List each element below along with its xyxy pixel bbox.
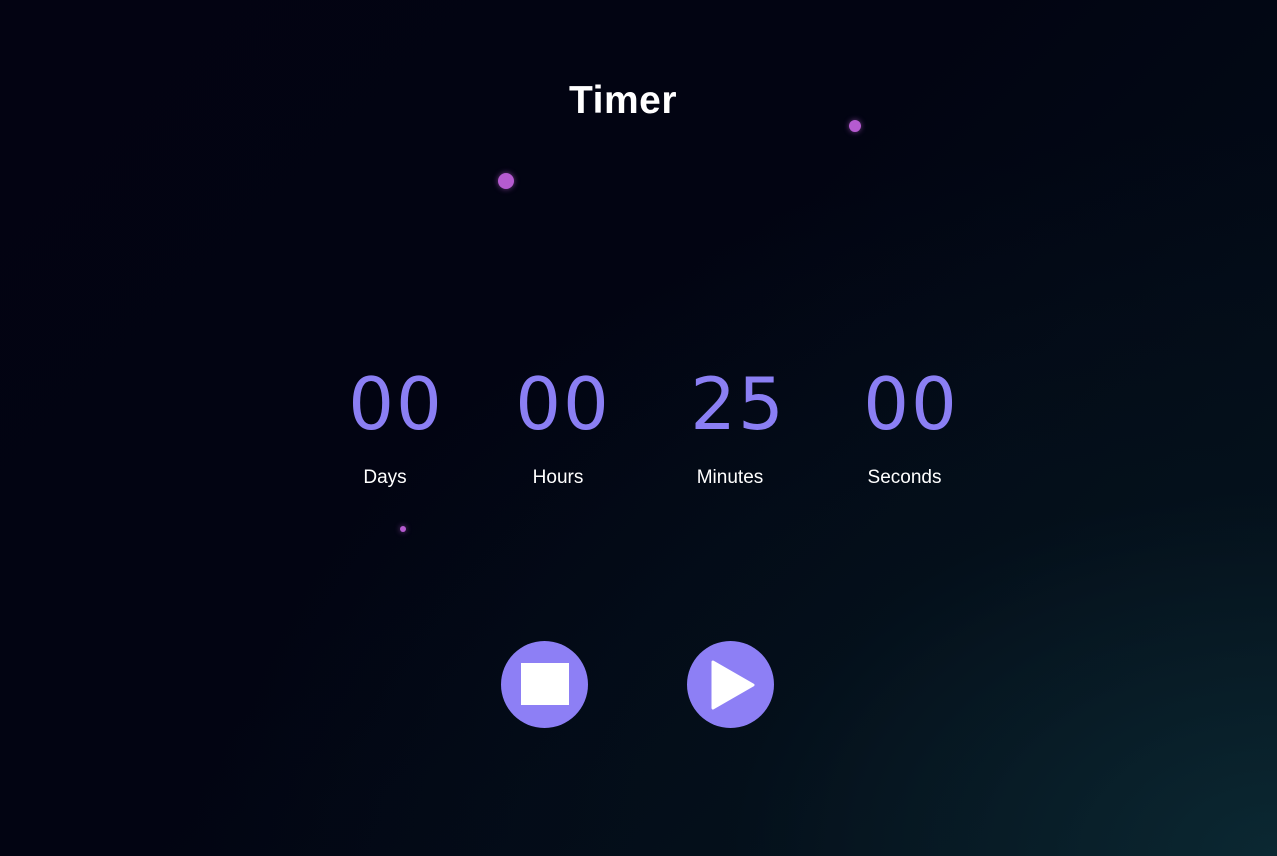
timer-unit-days: 00 Days (321, 360, 471, 490)
stop-button[interactable] (501, 641, 588, 728)
timer-unit-hours: 00 Hours (488, 360, 638, 490)
seconds-label: Seconds (867, 467, 942, 488)
particle-dot (849, 120, 861, 132)
stop-icon (521, 663, 569, 705)
particle-dot (498, 173, 514, 189)
play-button[interactable] (687, 641, 774, 728)
days-value: 00 (348, 362, 444, 446)
play-icon (711, 660, 755, 710)
hours-label: Hours (532, 467, 584, 488)
timer-unit-minutes: 25 Minutes (663, 360, 813, 490)
minutes-label: Minutes (696, 467, 764, 488)
seconds-value: 00 (863, 362, 959, 446)
hours-value: 00 (515, 362, 611, 446)
days-label: Days (363, 467, 407, 488)
page-title: Timer (569, 79, 677, 123)
minutes-value: 25 (690, 362, 786, 446)
particle-dot (400, 526, 406, 532)
timer-unit-seconds: 00 Seconds (836, 360, 986, 490)
